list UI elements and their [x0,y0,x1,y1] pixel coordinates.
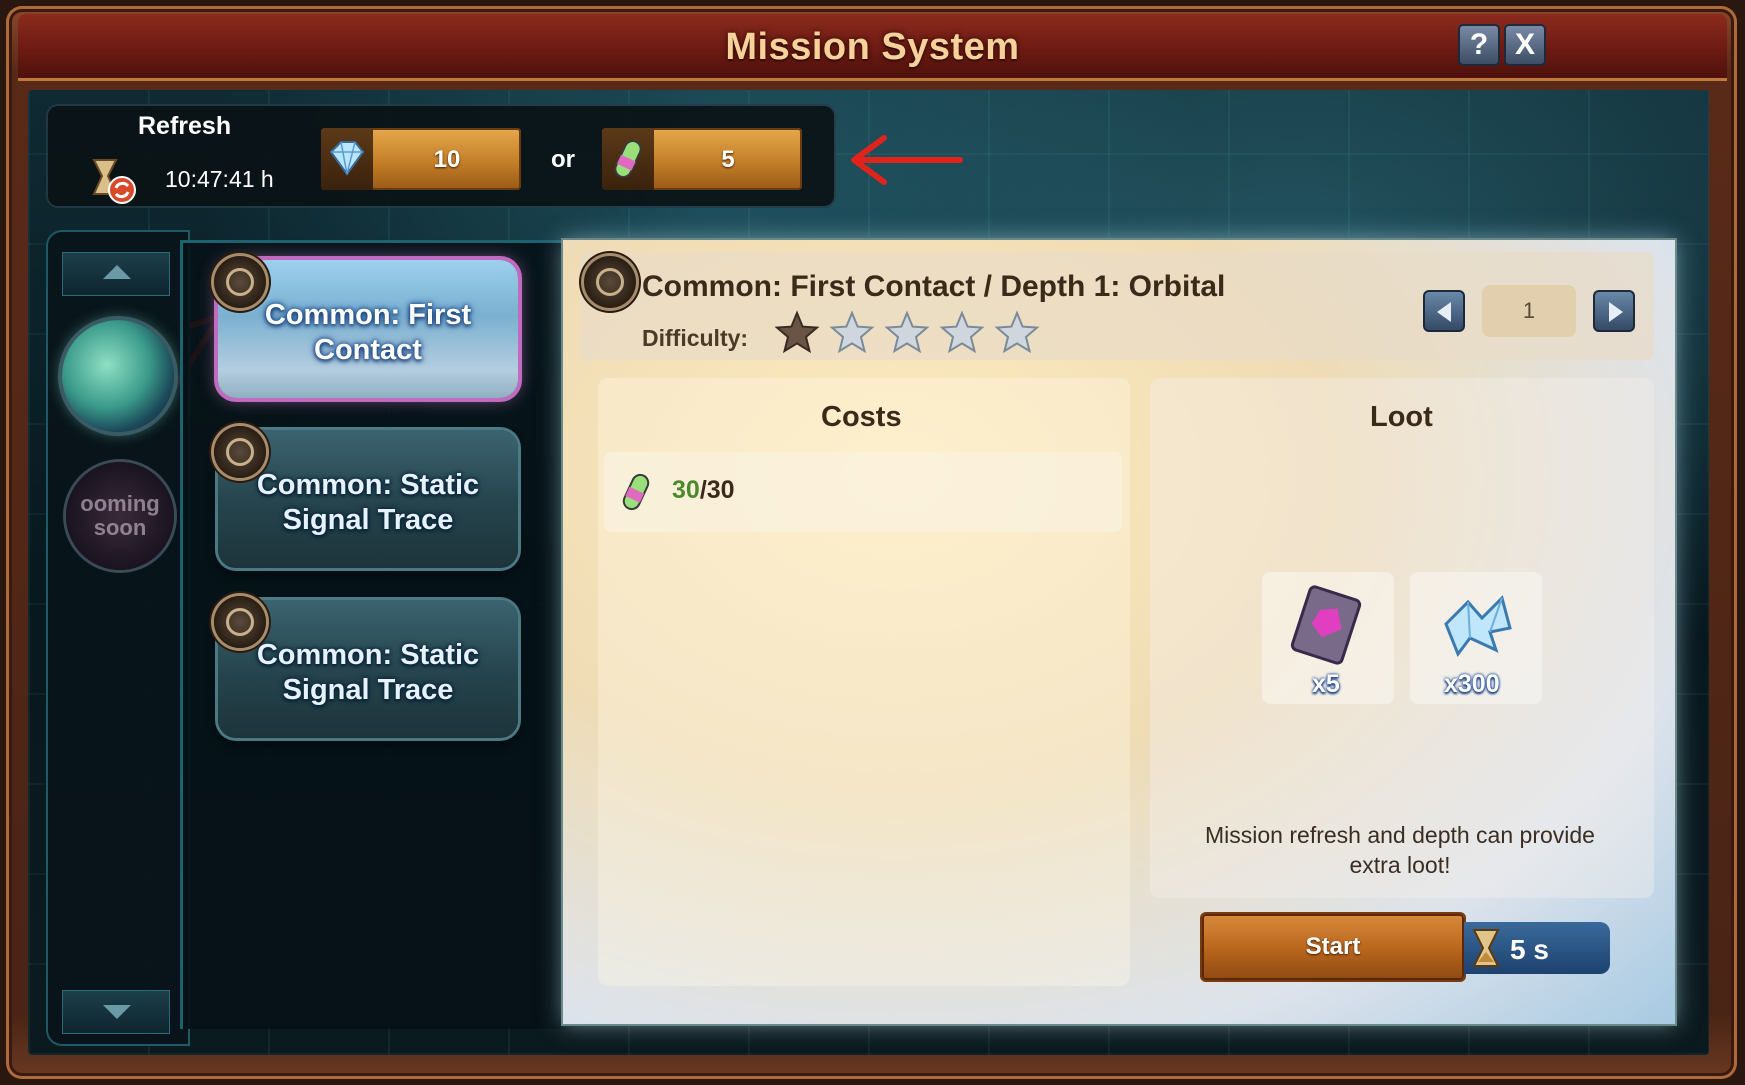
chevron-right-icon [1609,302,1623,322]
depth-next-button[interactable] [1593,290,1635,332]
mission-card-label: Common: Static Signal Trace [256,639,480,706]
mission-token-icon [614,140,642,178]
mission-rank-icon [584,256,636,308]
loot-amount: x300 [1444,670,1500,698]
costs-header: Costs [821,401,902,433]
mission-duration: 5 s [1510,934,1549,965]
diamond-icon [329,141,365,176]
loot-amount: x5 [1312,670,1340,698]
cost-value: 30/30 [672,476,735,505]
mission-title: Common: First Contact / Depth 1: Orbital [642,270,1226,303]
coming-soon-label: ooming soon [80,491,160,540]
mission-rank-icon [214,596,266,648]
star-icon [994,310,1040,354]
title-bar: Mission System ? X [18,14,1727,81]
chevron-down-icon [103,1005,131,1019]
cost-have: 30 [672,476,700,504]
refresh-label: Refresh [138,112,232,140]
star-icon [939,310,985,354]
depth-value[interactable]: 1 [1482,285,1576,337]
hourglass-icon [1472,929,1500,967]
mission-card-label: Common: First Contact [264,299,472,366]
depth-prev-button[interactable] [1423,290,1465,332]
star-icon [884,310,930,354]
star-icon [774,310,820,354]
refresh-diamonds-value: 10 [433,146,461,173]
close-button[interactable]: X [1504,24,1546,66]
refresh-timer: 10:47:41 h [165,166,274,192]
refresh-diamonds-button[interactable]: 10 [321,128,521,190]
start-button[interactable]: Start [1202,914,1464,980]
star-icon [829,310,875,354]
mission-token-icon [622,473,650,511]
loot-header: Loot [1370,401,1433,433]
cost-need: /30 [699,476,735,504]
coming-soon-badge: ooming soon [66,462,174,570]
difficulty-label: Difficulty: [642,325,749,351]
mission-card-label: Common: Static Signal Trace [256,469,480,536]
mission-rank-icon [214,426,266,478]
chevron-up-icon [103,265,131,279]
chevron-left-icon [1437,302,1451,322]
annotation-arrow-icon [851,135,963,185]
help-button[interactable]: ? [1458,24,1500,66]
mission-rank-icon [214,256,266,308]
planet-icon[interactable] [62,320,174,432]
scroll-down-button[interactable] [62,990,170,1034]
scroll-up-button[interactable] [62,252,170,296]
loot-note: Mission refresh and depth can provide ex… [1205,822,1595,878]
refresh-tokens-value: 5 [721,146,735,173]
refresh-timer-icon [92,159,136,204]
refresh-tokens-button[interactable]: 5 [602,128,802,190]
or-label: or [551,146,575,173]
